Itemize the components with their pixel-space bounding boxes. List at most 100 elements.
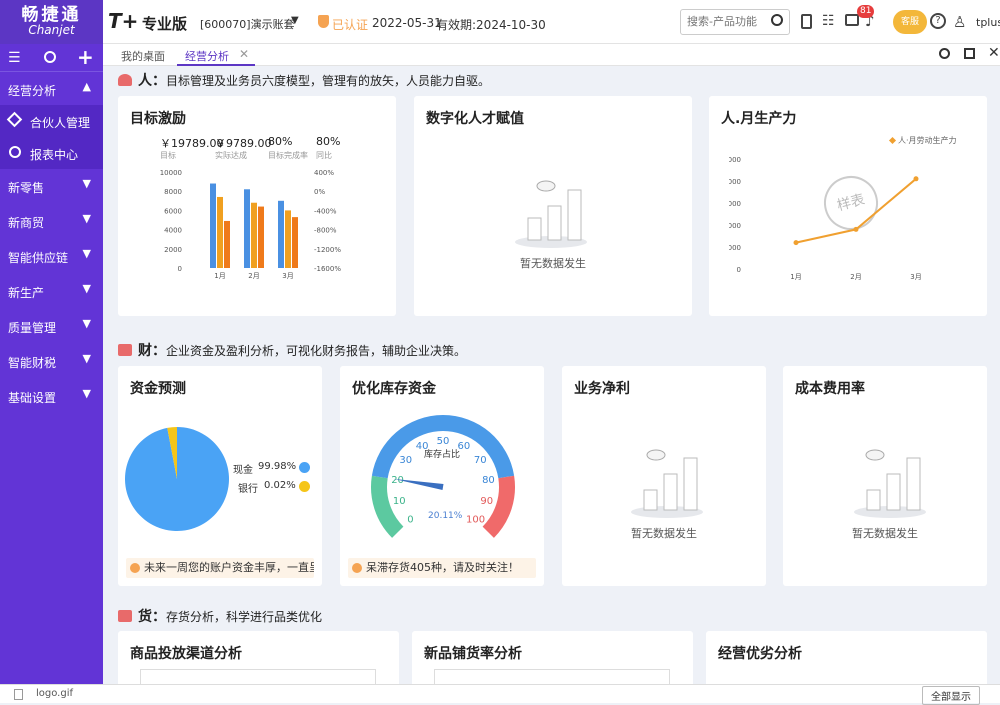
section-description: 目标管理及业务员六度模型，管理有的放矢，人员能力自驱。 (166, 74, 491, 88)
top-bar: 畅捷通 Chanjet T+ 专业版 [600070]演示账套 ▼ 已认证 20… (0, 0, 1000, 44)
sidebar-item-partner-management[interactable]: 合伙人管理 (0, 105, 103, 137)
close-icon[interactable]: ✕ (239, 47, 249, 61)
tip-text: 未来一周您的账户资金丰厚，一直呈... (144, 561, 314, 574)
account-selector[interactable]: [600070]演示账套 (200, 16, 295, 32)
series-line (795, 178, 917, 244)
x-tick-label: 3月 (282, 272, 293, 280)
y2-tick-label: -1200% (314, 246, 341, 254)
target-bar-chart: 10000 400% 8000 0% 6000 -400% 4000 -800% 2000 -12… (160, 169, 342, 280)
cash-pie-chart (125, 427, 229, 531)
bar (251, 202, 257, 268)
help-icon[interactable]: ? (930, 13, 946, 29)
calculator-icon[interactable] (801, 14, 812, 29)
card-title: 经营优劣分析 (718, 646, 802, 662)
legend-marker (888, 136, 897, 145)
customer-service-icon[interactable]: 客服 (893, 10, 927, 34)
bar (292, 217, 298, 268)
chevron-down-icon: ▼ (82, 282, 91, 295)
close-icon[interactable]: ✕ (988, 45, 1000, 61)
card-title: 目标激励 (130, 111, 186, 127)
message-icon[interactable] (845, 14, 859, 26)
sidebar-item-finance-tax[interactable]: 智能财税 ▼ (0, 344, 103, 379)
y-tick-label: 0 (178, 265, 182, 273)
search-box[interactable] (680, 9, 790, 35)
bar (224, 220, 230, 268)
card-inventory-optimization: 优化库存资金 0 10 20 30 40 50 60 70 80 90 100 库存占比 20.11… (340, 366, 544, 586)
tab-my-desktop[interactable]: 我的桌面 (121, 48, 165, 64)
kpi-value: 80% (316, 135, 341, 148)
y-tick-label: 8000 (164, 188, 182, 196)
add-icon[interactable]: + (77, 45, 94, 69)
chevron-down-icon: ▼ (82, 387, 91, 400)
sidebar-item-new-production[interactable]: 新生产 ▼ (0, 274, 103, 309)
kpi-value: ￥19789.00 (160, 137, 224, 150)
search-icon[interactable] (771, 14, 783, 26)
bar (210, 183, 216, 268)
card-title: 优化库存资金 (352, 381, 436, 397)
inventory-tip[interactable]: 呆滞存货405种，请及时关注！ (348, 558, 536, 578)
chevron-down-icon: ▼ (82, 352, 91, 365)
show-all-button[interactable]: 全部显示 (922, 686, 980, 705)
search-icon[interactable] (939, 48, 950, 59)
sidebar-item-report-center[interactable]: 报表中心 (0, 137, 103, 169)
card-title: 数字化人才赋值 (426, 111, 524, 127)
sidebar-item-label: 经营分析 (8, 84, 57, 98)
card-new-product-coverage: 新品铺货率分析 (412, 631, 693, 691)
sidebar: ☰ + 经营分析 ▲ 合伙人管理 报表中心 新零售 ▼ 新商贸 ▼ 智能供应链 ▼ 新… (0, 44, 103, 684)
legend-marker (299, 462, 310, 473)
sidebar-item-new-trade[interactable]: 新商贸 ▼ (0, 204, 103, 239)
card-title: 业务净利 (574, 381, 630, 397)
product-name: T+ (108, 9, 139, 33)
logo-subtext: Chanjet (28, 23, 75, 37)
data-point (913, 176, 919, 182)
kpi-label: 实际达成 (215, 151, 247, 160)
gauge-tick-label: 0 (407, 515, 413, 526)
tab-business-analysis[interactable]: 经营分析 ✕ (177, 44, 255, 66)
y2-tick-label: -800% (314, 227, 337, 235)
card-monthly-productivity: 人.月生产力 人·月劳动生产力 样表 100008000600040002000… (709, 96, 987, 316)
person-icon (118, 74, 132, 86)
empty-chart-illustration (631, 449, 703, 518)
partner-icon (6, 111, 23, 128)
app-logo[interactable]: 畅捷通 Chanjet (0, 0, 103, 44)
sidebar-item-basic-settings[interactable]: 基础设置 ▼ (0, 379, 103, 414)
legend-value: 0.02% (264, 480, 296, 491)
sidebar-item-label: 新商贸 (8, 216, 45, 230)
sidebar-item-quality[interactable]: 质量管理 ▼ (0, 309, 103, 344)
section-title: 人： (138, 73, 166, 89)
menu-toggle-icon[interactable]: ☰ (8, 50, 21, 66)
gauge-tick-label: 50 (437, 436, 450, 447)
chevron-down-icon: ▼ (82, 177, 91, 190)
edition-label: 专业版 (142, 15, 188, 33)
gauge-label: 库存占比 (424, 450, 461, 460)
username[interactable]: tplus (976, 16, 1000, 29)
search-input[interactable] (687, 15, 767, 28)
kpi-label: 目标完成率 (268, 151, 308, 160)
wallet-icon (118, 344, 132, 356)
y-tick-label: 6000 (729, 200, 741, 208)
sidebar-item-business-analysis[interactable]: 经营分析 ▲ (0, 72, 103, 107)
card-title: 资金预测 (130, 381, 186, 397)
task-list-icon[interactable]: ☷ (822, 13, 835, 29)
cash-tip[interactable]: 未来一周您的账户资金丰厚，一直呈... (126, 558, 314, 578)
search-icon[interactable] (44, 51, 56, 63)
y-tick-label: 6000 (164, 207, 182, 215)
chevron-up-icon: ▲ (82, 80, 91, 93)
card-target-incentive: 目标激励 ￥19789.00 目标 ￥9789.00 实际达成 80% 目标完成… (118, 96, 396, 316)
legend-label: 银行 (238, 484, 258, 495)
logo-text: 畅捷通 (21, 5, 82, 25)
sidebar-item-new-retail[interactable]: 新零售 ▼ (0, 169, 103, 204)
legend-value: 99.98% (258, 461, 297, 472)
certified-label: 已认证 (332, 18, 369, 32)
kpi-value: ￥9789.00 (215, 137, 272, 150)
chevron-down-icon[interactable]: ▼ (291, 15, 299, 26)
user-icon[interactable]: ♙ (953, 13, 966, 31)
sidebar-toolbar: ☰ + (0, 44, 103, 72)
gauge-tick-label: 90 (480, 496, 493, 507)
fullscreen-icon[interactable] (964, 48, 975, 59)
download-filename[interactable]: logo.gif (36, 688, 73, 699)
productivity-line-chart: 10000 8000 6000 4000 2000 0 1月 2月 3月 (729, 156, 922, 281)
sidebar-item-supply-chain[interactable]: 智能供应链 ▼ (0, 239, 103, 274)
section-title: 货： (138, 609, 166, 625)
y-tick-label: 2000 (729, 244, 741, 252)
